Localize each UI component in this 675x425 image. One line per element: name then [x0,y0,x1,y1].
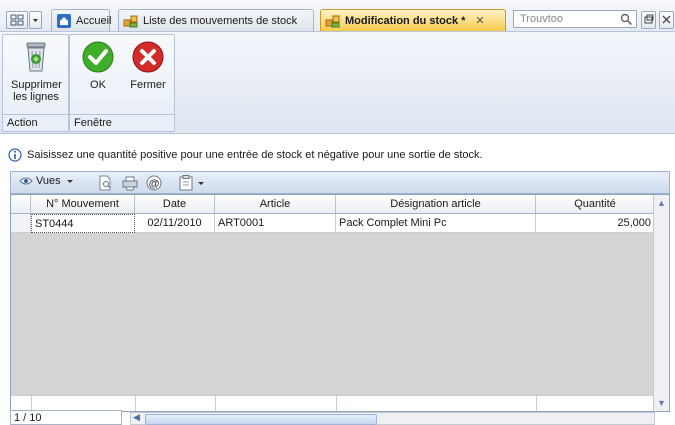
column-divider [31,395,32,411]
tab-accueil[interactable]: Accueil [51,9,112,31]
tab-label: Accueil [76,14,112,27]
info-message: Saisissez une quantité positive pour une… [8,148,483,162]
grid-toolbar: Vues @ [10,171,670,194]
restore-icon [644,14,654,24]
ribbon-group-label: Action [3,114,68,131]
tab-menu-button[interactable] [6,11,28,29]
column-header-numero-mouvement[interactable]: N° Mouvement [31,195,135,214]
scroll-down-icon[interactable]: ▼ [655,396,668,410]
tab-label: Liste des mouvements de stock [143,14,298,27]
restore-window-button[interactable] [641,11,656,29]
column-header-article[interactable]: Article [215,195,336,214]
ribbon-group-action: Supprimer les lignes Action [2,34,69,132]
cell-designation[interactable]: Pack Complet Mini Pc [336,214,536,233]
scroll-up-icon[interactable]: ▲ [655,196,668,210]
trash-icon [26,42,46,72]
views-button[interactable]: Vues [19,175,75,187]
pager: 1 / 10 [10,410,122,425]
ribbon-group-label: Fenêtre [70,114,174,131]
vertical-scrollbar[interactable]: ▲ ▼ [653,195,669,411]
close-label: Fermer [130,79,166,91]
ribbon-group-fenetre: OK Fermer Fenêtre [69,34,175,132]
column-header-quantite[interactable]: Quantité [536,195,655,214]
close-cross-icon [132,41,164,73]
close-window-button[interactable] [659,11,674,29]
clipboard-icon [179,175,193,191]
horizontal-scroll-thumb[interactable] [145,414,377,425]
ok-check-icon [82,41,114,73]
cell-numero-mouvement[interactable]: ST0444 [31,214,135,233]
tab-liste-mouvements[interactable]: Liste des mouvements de stock [118,9,314,31]
grid-menu-icon [10,14,24,26]
print-preview-icon [99,175,111,191]
info-icon [8,148,22,162]
horizontal-scrollbar[interactable]: ◀ [130,412,655,425]
close-icon [662,15,671,24]
eye-icon [19,177,33,185]
preview-button[interactable] [97,175,113,191]
delete-lines-button[interactable]: Supprimer les lignes [6,41,66,103]
tab-bar: Accueil Liste des mouvements de stock Mo… [0,0,675,31]
row-selector[interactable] [11,214,31,233]
column-divider [336,395,337,411]
cell-article[interactable]: ART0001 [215,214,336,233]
chevron-down-icon [33,19,38,22]
search-icon[interactable] [620,13,633,26]
column-header-date[interactable]: Date [135,195,215,214]
at-sign-icon: @ [146,175,162,191]
column-header-designation[interactable]: Désignation article [336,195,536,214]
cell-quantite[interactable]: 25,000 [536,214,655,233]
cell-date[interactable]: 02/11/2010 [135,214,215,233]
ok-label: OK [90,79,106,91]
delete-lines-label: Supprimer les lignes [11,79,62,103]
ribbon: Supprimer les lignes Action OK Fermer Fe… [0,31,675,134]
tab-modification-stock[interactable]: Modification du stock * ✕ [320,9,506,31]
ok-button[interactable]: OK [80,41,116,91]
svg-text:@: @ [149,178,160,190]
stock-grid: N° Mouvement Date Article Désignation ar… [10,194,670,412]
info-text: Saisissez une quantité positive pour une… [27,149,483,161]
tab-dropdown-button[interactable] [29,11,42,29]
home-icon [57,13,71,28]
search-input[interactable]: Trouvtoo [513,10,637,28]
column-divider [215,395,216,411]
search-placeholder: Trouvtoo [520,13,564,25]
stock-icon [123,15,138,27]
close-tab-icon[interactable]: ✕ [475,14,484,27]
email-button[interactable]: @ [146,175,162,191]
tab-label: Modification du stock * [345,14,466,27]
column-divider [135,395,136,411]
views-label: Vues [36,175,61,187]
close-button[interactable]: Fermer [126,41,170,91]
print-button[interactable] [121,175,139,191]
row-selector-header [11,195,31,214]
chevron-down-icon [66,180,73,183]
export-button[interactable] [179,175,206,191]
stock-icon [325,15,340,27]
column-divider [536,395,537,411]
chevron-down-icon [198,182,204,185]
print-icon [122,176,138,191]
scroll-left-icon[interactable]: ◀ [133,412,140,423]
